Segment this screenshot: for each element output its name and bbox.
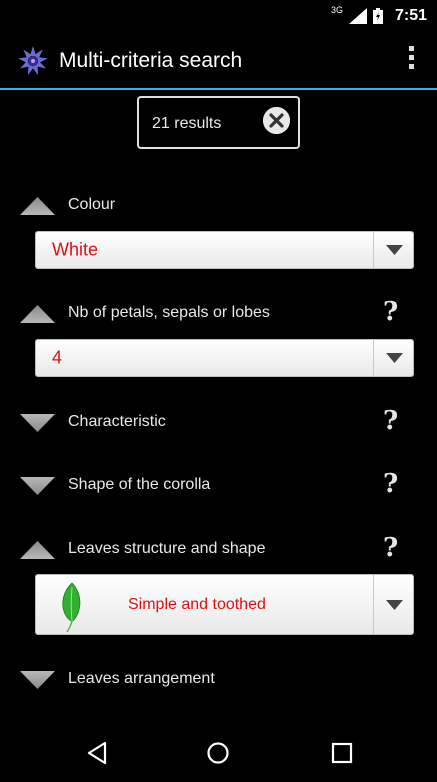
chevron-down-icon [386, 245, 403, 255]
expand-triangle-icon [20, 414, 55, 432]
section-corolla-header[interactable]: Shape of the corolla ? [0, 466, 437, 506]
collapse-triangle-icon [20, 305, 55, 323]
petals-selected-value: 4 [52, 347, 63, 368]
signal-icon [348, 8, 367, 24]
petals-dropdown[interactable]: 4 [35, 339, 414, 377]
leaf-icon [62, 582, 81, 633]
leaves-structure-dropdown[interactable]: Simple and toothed [35, 574, 414, 635]
navigation-bar [0, 720, 437, 782]
section-characteristic-label: Characteristic [68, 413, 166, 430]
section-leaves-structure-header[interactable]: Leaves structure and shape ? [0, 530, 437, 570]
overflow-menu-icon[interactable] [407, 46, 415, 76]
action-bar: Multi-criteria search [0, 34, 437, 90]
close-circle-icon[interactable] [263, 107, 290, 134]
help-icon[interactable]: ? [383, 406, 398, 436]
dropdown-arrow [373, 575, 413, 634]
page-title: Multi-criteria search [59, 49, 243, 72]
network-type: 3G [330, 5, 343, 15]
recents-icon[interactable] [329, 740, 355, 766]
dropdown-arrow [373, 232, 413, 268]
help-icon[interactable]: ? [383, 469, 398, 499]
battery-icon [372, 8, 383, 24]
section-characteristic-header[interactable]: Characteristic ? [0, 403, 437, 443]
section-leaves-structure-label: Leaves structure and shape [68, 540, 266, 557]
section-colour-label: Colour [68, 196, 116, 213]
collapse-triangle-icon [20, 197, 55, 215]
section-colour-header[interactable]: Colour [0, 186, 437, 226]
help-icon[interactable]: ? [383, 297, 398, 327]
chevron-down-icon [386, 353, 403, 363]
chevron-down-icon [386, 599, 403, 610]
section-leaves-arrangement-label: Leaves arrangement [68, 670, 215, 687]
leaves-structure-selected-value: Simple and toothed [128, 595, 266, 613]
home-icon[interactable] [205, 740, 231, 766]
status-clock: 7:51 [394, 7, 427, 24]
colour-selected-value: White [52, 239, 99, 260]
dropdown-arrow [373, 340, 413, 376]
section-corolla-label: Shape of the corolla [68, 476, 211, 493]
back-icon[interactable] [85, 740, 111, 766]
results-count: 21 results [152, 115, 222, 132]
expand-triangle-icon [20, 477, 55, 495]
collapse-triangle-icon [20, 541, 55, 559]
help-icon[interactable]: ? [383, 533, 398, 563]
section-petals-header[interactable]: Nb of petals, sepals or lobes ? [0, 294, 437, 334]
expand-triangle-icon [20, 671, 55, 689]
section-petals-label: Nb of petals, sepals or lobes [68, 304, 270, 321]
status-bar: 3G 7:51 [0, 0, 437, 34]
section-leaves-arrangement-header[interactable]: Leaves arrangement [0, 660, 437, 700]
colour-dropdown[interactable]: White [35, 231, 414, 269]
cornflower-logo-icon[interactable] [16, 44, 50, 78]
results-box: 21 results [137, 96, 300, 149]
